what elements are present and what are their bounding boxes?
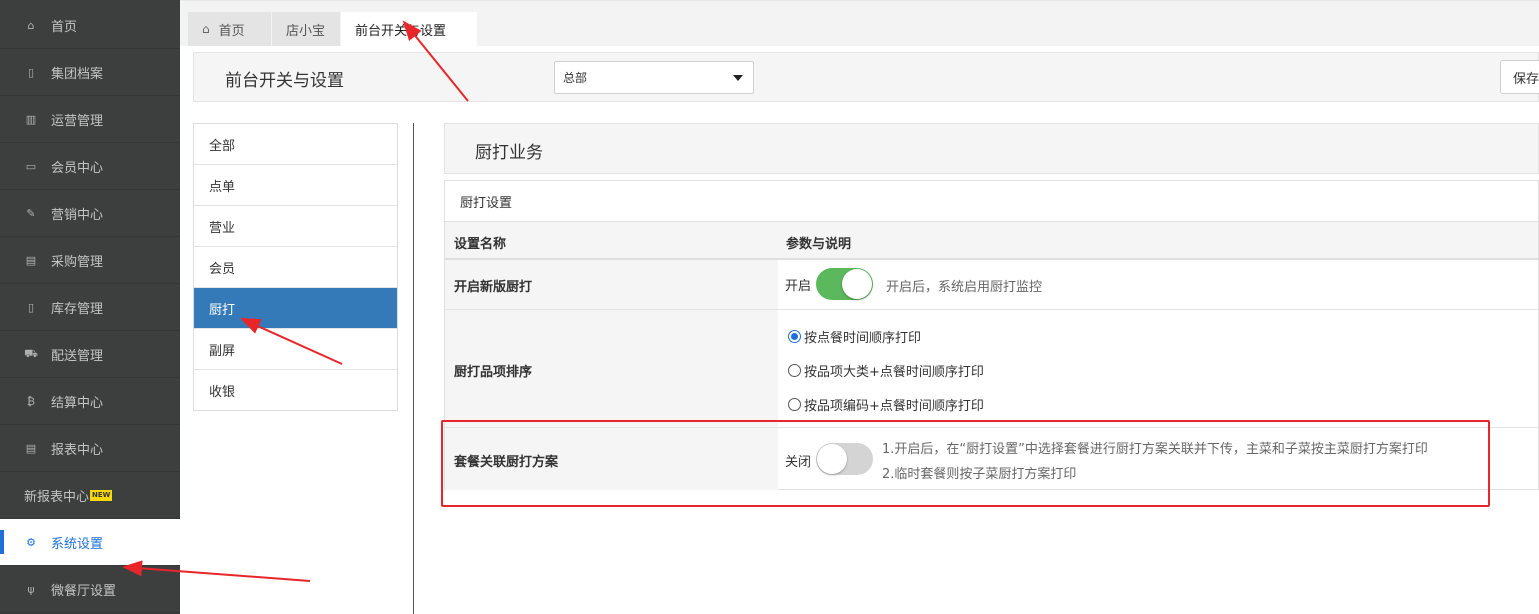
category-item-kitchen-print[interactable]: 厨打	[194, 288, 397, 329]
section-header: 厨打业务	[444, 123, 1539, 174]
sidebar-item-members[interactable]: ▭ 会员中心	[0, 143, 180, 190]
category-item-secondary-screen[interactable]: 副屏	[194, 329, 397, 370]
page-title: 前台开关与设置	[225, 71, 344, 91]
sidebar-item-label: 库存管理	[51, 301, 104, 317]
new-print-toggle[interactable]	[816, 268, 873, 300]
toggle-state-label: 开启	[785, 279, 812, 294]
radio-label: 按品项大类+点餐时间顺序打印	[804, 365, 984, 380]
sidebar-item-label: 结算中心	[51, 395, 104, 411]
radio-button[interactable]	[788, 364, 801, 377]
book-icon: ▤	[25, 253, 37, 267]
setting-description: 开启后，系统启用厨打监控	[886, 280, 1043, 295]
report-icon: ▤	[25, 441, 37, 455]
id-card-icon: ▭	[25, 159, 37, 173]
home-icon: ⌂	[27, 18, 35, 32]
gears-icon: ⚙	[26, 535, 36, 549]
truck-icon: ⛟	[24, 346, 38, 360]
vertical-divider	[413, 123, 414, 614]
store-select[interactable]: 总部	[554, 61, 754, 94]
radio-option-order-time[interactable]: 按点餐时间顺序打印	[788, 327, 921, 346]
sidebar-item-purchasing[interactable]: ▤ 采购管理	[0, 237, 180, 284]
sidebar-item-label: 采购管理	[51, 254, 104, 270]
tab-label: 店小宝	[286, 23, 326, 39]
category-item-business[interactable]: 营业	[194, 206, 397, 247]
tab-home[interactable]: ⌂ 首页	[188, 12, 271, 46]
table-row: 开启新版厨打 开启 开启后，系统启用厨打监控	[445, 260, 1538, 310]
tab-bar: ⌂ 首页 店小宝 前台开关与设置	[180, 0, 1539, 46]
category-item-member[interactable]: 会员	[194, 247, 397, 288]
sidebar-item-label: 会员中心	[51, 160, 104, 176]
setting-name-cell: 开启新版厨打	[445, 260, 778, 309]
edit-icon: ✎	[26, 206, 36, 220]
save-button[interactable]: 保存	[1500, 60, 1539, 94]
annotation-highlight-box	[441, 420, 1490, 507]
sidebar-item-label: 营销中心	[51, 207, 104, 223]
sidebar: ⌂ 首页 ▯ 集团档案 ▥ 运营管理 ▭ 会员中心 ✎ 营销中心 ▤ 采购管理 …	[0, 0, 180, 614]
category-item-cashier[interactable]: 收银	[194, 370, 397, 411]
column-header-param: 参数与说明	[786, 237, 852, 252]
radio-label: 按品项编码+点餐时间顺序打印	[804, 399, 984, 414]
sidebar-item-label: 运营管理	[51, 113, 104, 129]
panel-heading: 厨打设置	[445, 181, 1538, 222]
sidebar-item-label: 新报表中心	[24, 489, 90, 505]
tab-front-settings[interactable]: 前台开关与设置	[341, 12, 477, 46]
sidebar-item-new-reports[interactable]: 新报表中心 NEW	[0, 472, 180, 519]
column-header-name: 设置名称	[454, 237, 507, 252]
radio-option-category-time[interactable]: 按品项大类+点餐时间顺序打印	[788, 361, 984, 380]
inventory-icon: ▯	[27, 300, 35, 314]
caret-down-icon	[733, 75, 743, 81]
sidebar-item-label: 集团档案	[51, 66, 104, 82]
sidebar-item-label: 微餐厅设置	[51, 583, 117, 599]
sidebar-item-group-archive[interactable]: ▯ 集团档案	[0, 49, 180, 96]
section-title: 厨打业务	[475, 143, 543, 163]
page-header: 前台开关与设置 总部 保存	[193, 52, 1539, 102]
bitcoin-icon: ₿	[26, 394, 36, 408]
bar-chart-icon: ▥	[25, 112, 37, 126]
cutlery-icon: ψ	[27, 582, 35, 596]
store-select-value: 总部	[563, 71, 588, 85]
setting-name: 开启新版厨打	[454, 280, 533, 295]
tab-dianxiaobao[interactable]: 店小宝	[272, 12, 340, 46]
sidebar-item-label: 系统设置	[51, 536, 104, 552]
setting-name: 厨打品项排序	[454, 365, 533, 380]
setting-name-cell: 厨打品项排序	[445, 310, 778, 427]
table-header: 设置名称 参数与说明	[445, 222, 1538, 260]
radio-label: 按点餐时间顺序打印	[804, 331, 922, 346]
sidebar-item-label: 报表中心	[51, 442, 104, 458]
tab-label: 前台开关与设置	[355, 23, 447, 39]
category-list: 全部 点单 营业 会员 厨打 副屏 收银	[193, 123, 398, 411]
sidebar-item-micro-restaurant[interactable]: ψ 微餐厅设置	[0, 566, 180, 613]
tab-label: 首页	[218, 23, 245, 39]
sidebar-item-system-settings[interactable]: ⚙ 系统设置	[0, 519, 180, 566]
new-badge: NEW	[90, 489, 113, 501]
category-item-order[interactable]: 点单	[194, 165, 397, 206]
radio-button[interactable]	[788, 398, 801, 411]
category-item-all[interactable]: 全部	[194, 124, 397, 165]
home-icon: ⌂	[202, 22, 210, 36]
sidebar-item-reports[interactable]: ▤ 报表中心	[0, 425, 180, 472]
sidebar-item-settlement[interactable]: ₿ 结算中心	[0, 378, 180, 425]
table-row: 厨打品项排序 按点餐时间顺序打印 按品项大类+点餐时间顺序打印 按品项编码+点餐…	[445, 310, 1538, 428]
radio-button[interactable]	[788, 330, 801, 343]
file-icon: ▯	[27, 65, 35, 79]
sidebar-item-operations[interactable]: ▥ 运营管理	[0, 96, 180, 143]
radio-option-code-time[interactable]: 按品项编码+点餐时间顺序打印	[788, 395, 984, 414]
sidebar-item-home[interactable]: ⌂ 首页	[0, 0, 180, 49]
sidebar-item-label: 配送管理	[51, 348, 104, 364]
sidebar-item-delivery[interactable]: ⛟ 配送管理	[0, 331, 180, 378]
sidebar-item-inventory[interactable]: ▯ 库存管理	[0, 284, 180, 331]
toggle-knob	[842, 269, 872, 299]
sidebar-item-marketing[interactable]: ✎ 营销中心	[0, 190, 180, 237]
sidebar-item-label: 首页	[51, 19, 78, 35]
